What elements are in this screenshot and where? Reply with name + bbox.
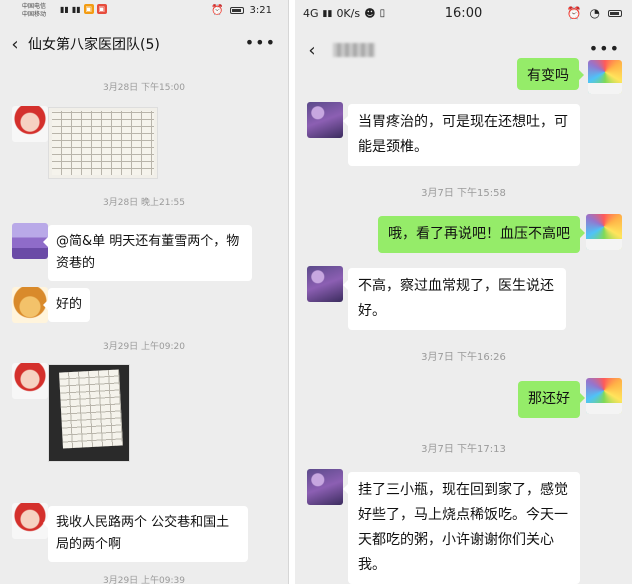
status-bar: 中国电信 中国移动 ▮▮ ▮▮ ▣ ▣ ⏰ 3:21 — [0, 0, 288, 22]
left-chat-screen: 中国电信 中国移动 ▮▮ ▮▮ ▣ ▣ ⏰ 3:21 ‹ 仙女第八家医团队(5)… — [0, 0, 289, 584]
message-bubble[interactable]: 不高，察过血常规了，医生说还好。 — [343, 268, 566, 330]
right-chat-screen: 4G ▮▮ 0K/s ☻ ▯ 16:00 ⏰ ◔ ‹ ••• 有变吗 当胃疼治的… — [295, 0, 632, 584]
wifi-icon: ◔ — [589, 6, 600, 20]
app-notification-icon: ▣ — [96, 4, 107, 14]
status-right: ⏰ 3:21 — [211, 5, 272, 16]
avatar[interactable] — [588, 60, 622, 94]
chat-title: 仙女第八家医团队(5) — [28, 37, 160, 53]
chat-header: ‹ 仙女第八家医团队(5) ••• — [0, 27, 288, 61]
timestamp: 3月7日 下午16:26 — [421, 352, 506, 363]
chat-header: ‹ ••• — [295, 33, 632, 67]
status-right: ⏰ ◔ — [567, 6, 622, 20]
app-notification-icon: ▣ — [83, 4, 94, 14]
message-bubble[interactable]: 挂了三小瓶，现在回到家了，感觉好些了，马上烧点稀饭吃。今天一天都吃的粥，小许谢谢… — [343, 472, 580, 584]
image-message[interactable] — [48, 107, 158, 179]
timestamp: 3月29日 上午09:39 — [103, 576, 185, 584]
clock: 3:21 — [249, 5, 272, 16]
signal-icon: ▮▮ — [60, 4, 69, 14]
timestamp: 3月28日 下午15:00 — [103, 83, 185, 93]
carrier-2: 中国移动 — [22, 11, 47, 18]
message-bubble[interactable]: 我收人民路两个 公交巷和国土局的两个啊 — [43, 506, 248, 562]
notification-icons: ▮▮ ▮▮ ▣ ▣ — [60, 4, 107, 14]
more-options-icon[interactable]: ••• — [589, 39, 620, 58]
more-options-icon[interactable]: ••• — [245, 33, 276, 52]
timestamp: 3月7日 下午17:13 — [421, 444, 506, 455]
status-bar: 4G ▮▮ 0K/s ☻ ▯ 16:00 ⏰ ◔ — [295, 0, 632, 28]
battery-icon — [608, 9, 622, 17]
message-bubble[interactable]: @简&单 明天还有董雪两个，物资巷的 — [43, 225, 252, 281]
timestamp: 3月28日 晚上21:55 — [103, 198, 185, 208]
timestamp: 3月29日 上午09:20 — [103, 342, 185, 352]
signal-icon: ▮▮ — [71, 4, 81, 14]
image-message[interactable] — [48, 364, 130, 462]
back-icon[interactable]: ‹ — [2, 34, 28, 55]
message-bubble[interactable]: 有变吗 — [517, 58, 584, 90]
avatar[interactable] — [586, 214, 622, 250]
alarm-icon: ⏰ — [211, 5, 224, 16]
avatar[interactable] — [586, 378, 622, 414]
carrier-1: 中国电信 — [22, 3, 47, 10]
message-bubble[interactable]: 当胃疼治的，可是现在还想吐，可能是颈椎。 — [343, 104, 580, 166]
message-bubble[interactable]: 哦，看了再说吧！血压不高吧 — [378, 216, 585, 253]
blurred-contact-name — [333, 43, 375, 57]
message-bubble[interactable]: 那还好 — [518, 381, 585, 418]
alarm-icon: ⏰ — [566, 6, 582, 20]
battery-icon — [229, 7, 244, 14]
back-icon[interactable]: ‹ — [299, 40, 325, 61]
avatar[interactable] — [12, 106, 48, 142]
avatar[interactable] — [12, 363, 48, 399]
timestamp: 3月7日 下午15:58 — [421, 188, 506, 199]
carrier-info: 中国电信 中国移动 — [22, 3, 46, 19]
message-bubble[interactable]: 好的 — [42, 288, 91, 322]
